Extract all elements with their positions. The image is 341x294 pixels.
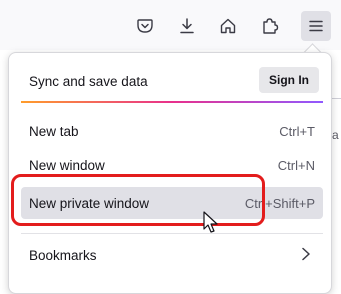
mouse-pointer-icon	[203, 211, 218, 233]
pocket-button[interactable]	[130, 11, 160, 41]
menu-item-bookmarks[interactable]: Bookmarks	[21, 239, 323, 271]
menu-item-label: New tab	[29, 123, 79, 139]
highlight-annotation-box	[11, 174, 265, 226]
chevron-right-icon	[302, 247, 310, 261]
extensions-icon	[263, 18, 279, 34]
hamburger-menu-icon	[309, 20, 323, 32]
menu-item-shortcut: Ctrl+N	[277, 157, 315, 173]
sync-accent-divider	[21, 101, 323, 103]
app-menu-button[interactable]	[301, 11, 331, 41]
browser-toolbar	[0, 0, 341, 50]
download-icon	[180, 18, 194, 34]
menu-separator	[21, 233, 323, 234]
sign-in-button[interactable]: Sign In	[259, 67, 319, 93]
menu-item-shortcut: Ctrl+T	[279, 123, 315, 139]
home-icon	[220, 18, 236, 34]
app-menu-panel: Sync and save data Sign In New tab Ctrl+…	[8, 52, 332, 294]
menu-item-new-tab[interactable]: New tab Ctrl+T	[21, 115, 323, 147]
sync-row: Sync and save data Sign In	[21, 65, 323, 97]
home-button[interactable]	[213, 11, 243, 41]
downloads-button[interactable]	[172, 11, 202, 41]
sync-label: Sync and save data	[29, 73, 148, 89]
pocket-icon	[137, 19, 153, 33]
extensions-button[interactable]	[255, 11, 285, 41]
menu-item-label: New window	[29, 157, 105, 173]
menu-item-label: Bookmarks	[29, 247, 97, 263]
background-page-text: a	[332, 128, 339, 142]
background-divider	[331, 98, 341, 99]
